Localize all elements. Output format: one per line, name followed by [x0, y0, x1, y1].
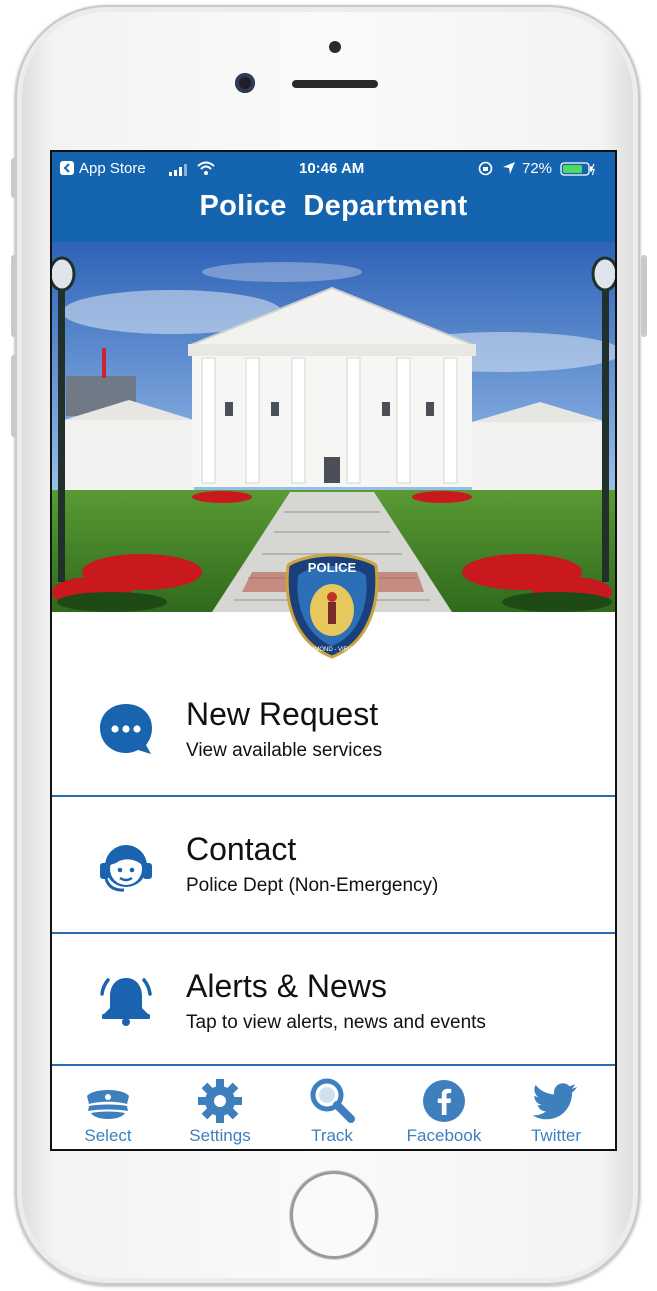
- menu-subtitle: Tap to view alerts, news and events: [186, 1012, 486, 1033]
- power-button: [641, 255, 647, 337]
- tab-label: Facebook: [406, 1126, 482, 1145]
- rotation-lock-icon: [478, 161, 493, 180]
- main-menu: New Request View available services Cont…: [52, 660, 615, 1069]
- home-button[interactable]: [290, 1171, 378, 1259]
- tab-facebook[interactable]: Facebook: [388, 1066, 500, 1149]
- police-cap-icon: [87, 1090, 129, 1119]
- badge-ring-text: RICHMOND - VIRGINIA: [300, 647, 365, 653]
- mute-switch: [11, 158, 17, 198]
- menu-item-new-request[interactable]: New Request View available services: [52, 660, 615, 797]
- tab-settings[interactable]: Settings: [164, 1066, 276, 1149]
- proximity-sensor: [329, 41, 341, 53]
- menu-title: Contact: [186, 831, 297, 867]
- earpiece-speaker: [292, 80, 378, 88]
- volume-up-button: [11, 255, 17, 337]
- menu-title: Alerts & News: [186, 968, 387, 1004]
- bell-icon: [100, 978, 152, 1026]
- battery-percent: 72%: [522, 160, 553, 177]
- signal-icon: [169, 163, 189, 180]
- back-to-app-store[interactable]: App Store: [60, 160, 146, 177]
- clock: 10:46 AM: [299, 160, 365, 177]
- volume-down-button: [11, 355, 17, 437]
- tab-bar: Select Settings Track Facebook Twitter: [52, 1064, 615, 1149]
- twitter-bird-icon: [532, 1083, 577, 1120]
- tab-twitter[interactable]: Twitter: [500, 1066, 612, 1149]
- back-app-label: App Store: [79, 160, 146, 177]
- tab-select[interactable]: Select: [52, 1066, 164, 1149]
- headset-agent-icon: [100, 845, 152, 892]
- location-arrow-icon: [502, 161, 516, 179]
- tab-label: Twitter: [530, 1126, 582, 1145]
- menu-item-contact[interactable]: Contact Police Dept (Non-Emergency): [52, 797, 615, 934]
- status-bar: App Store 10:46 AM 72%: [52, 160, 615, 180]
- magnifier-icon: [310, 1078, 355, 1123]
- tab-label: Track: [311, 1126, 353, 1145]
- badge-police-text: POLICE: [308, 560, 357, 575]
- battery-icon: [560, 162, 596, 180]
- wifi-icon: [196, 160, 216, 180]
- app-header: App Store 10:46 AM 72% Police Department: [52, 152, 615, 242]
- chat-bubble-icon: [100, 704, 152, 754]
- front-camera: [235, 73, 255, 93]
- menu-subtitle: View available services: [186, 740, 383, 761]
- tab-track[interactable]: Track: [276, 1066, 388, 1149]
- back-arrow-icon: [60, 161, 74, 175]
- tab-label: Select: [84, 1126, 132, 1145]
- page-title: Police Department: [199, 190, 468, 222]
- richmond-police-badge: POLICE RICHMOND - VIRGINIA: [284, 552, 380, 660]
- tab-label: Settings: [189, 1126, 251, 1145]
- menu-title: New Request: [186, 696, 379, 732]
- gear-icon: [198, 1079, 242, 1123]
- app-screen: App Store 10:46 AM 72% Police Department: [50, 150, 617, 1151]
- menu-subtitle: Police Dept (Non-Emergency): [186, 875, 439, 896]
- menu-item-alerts-news[interactable]: Alerts & News Tap to view alerts, news a…: [52, 934, 615, 1069]
- facebook-icon: [423, 1080, 465, 1122]
